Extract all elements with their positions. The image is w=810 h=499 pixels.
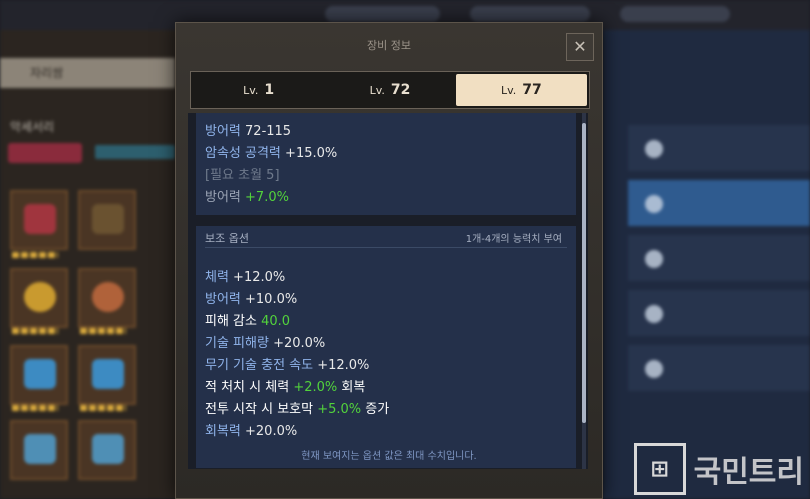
inventory-tab[interactable]: 자리쌈 (0, 58, 175, 88)
star-rating (80, 405, 126, 411)
star-rating (80, 328, 126, 334)
option-label: 회복력 (205, 424, 241, 439)
category-icon (645, 305, 663, 323)
option-value: +12.0% (313, 358, 370, 373)
sub-option-line: 방어력 +10.0% (205, 288, 297, 307)
inventory-slot[interactable] (10, 420, 68, 480)
option-label: 전투 시작 시 보호막 (205, 402, 314, 417)
inventory-slot[interactable] (10, 190, 68, 250)
star-rating (12, 405, 58, 411)
sub-options-title: 보조 옵션 (205, 232, 249, 245)
sub-option-line: 회복력 +20.0% (205, 420, 297, 439)
option-value: +15.0% (285, 146, 338, 161)
option-value: +20.0% (240, 424, 298, 439)
inventory-slot[interactable] (78, 190, 136, 250)
level-tabs: Lv. 1 Lv. 72 Lv. 77 (190, 71, 590, 109)
star-rating (12, 328, 58, 334)
amulet-icon (24, 434, 56, 464)
armor-icon (92, 204, 124, 234)
footer-note: 현재 보여지는 옵션 값은 최대 수치입니다. (301, 451, 477, 462)
hud-currency-pill (325, 6, 440, 22)
section-divider (205, 247, 567, 248)
option-value: +2.0% (293, 380, 338, 395)
inventory-badge (95, 145, 175, 159)
option-label: 방어력 (205, 292, 241, 307)
tab-lv-prefix: Lv. (369, 83, 385, 97)
watermark-text: 국민트리 (693, 455, 804, 490)
sub-option-line: 체력 +12.0% (205, 266, 285, 285)
hud-currency-pill (620, 6, 730, 22)
option-label: 방어력 (205, 190, 241, 205)
amulet-icon (92, 359, 124, 389)
option-value: +10.0% (240, 292, 298, 307)
star-rating (12, 252, 58, 258)
option-value: +20.0% (268, 336, 326, 351)
category-icon (645, 195, 663, 213)
option-label: 방어력 (205, 124, 241, 139)
ring-icon (24, 282, 56, 312)
hud-currency-pill (470, 6, 590, 22)
sub-option-line: 기술 피해량 +20.0% (205, 332, 325, 351)
inventory-slot[interactable] (10, 268, 68, 328)
amulet-icon (24, 359, 56, 389)
option-label: 적 처치 시 체력 (205, 380, 290, 395)
sub-option-line: 피해 감소 40.0 (205, 310, 290, 329)
option-label: 무기 기술 충전 속도 (205, 358, 314, 373)
sub-option-line: 적 처치 시 체력 +2.0% 회복 (205, 376, 365, 395)
options-scroll-area[interactable]: 방어력 72-115 암속성 공격력 +15.0% [필요 초월 5] 방어력 … (188, 113, 588, 469)
tab-level-number: 72 (390, 82, 411, 98)
option-label: 피해 감소 (205, 314, 257, 329)
category-icon (645, 360, 663, 378)
sub-option-line: 전투 시작 시 보호막 +5.0% 증가 (205, 398, 389, 417)
tab-level-number: 77 (522, 82, 542, 98)
watermark-logo-icon: ⊞ (633, 443, 686, 495)
dialog-title: 장비 정보 (367, 39, 411, 52)
tab-level-number: 1 (264, 82, 275, 98)
tab-level-1[interactable]: Lv. 1 (193, 74, 324, 106)
ring-icon (92, 282, 124, 312)
inventory-slot[interactable] (10, 345, 68, 405)
option-value: 40.0 (261, 314, 291, 329)
main-option-line: 방어력 72-115 (205, 120, 291, 139)
main-option-line: 암속성 공격력 +15.0% (205, 142, 337, 161)
sub-options-note: 1개-4개의 능력치 부여 (465, 234, 562, 245)
inventory-badge (8, 143, 82, 163)
option-suffix: 증가 (361, 402, 390, 417)
scrollbar-thumb[interactable] (582, 123, 586, 423)
option-label: 기술 피해량 (205, 336, 269, 351)
category-icon (645, 250, 663, 268)
watermark: ⊞ 국민트리 (633, 443, 804, 495)
close-button[interactable]: ✕ (566, 33, 594, 61)
inventory-slot[interactable] (78, 345, 136, 405)
option-label: 체력 (205, 270, 229, 285)
option-value: +12.0% (228, 270, 286, 285)
option-value: +7.0% (245, 190, 289, 205)
inventory-title: 악세서리 (10, 120, 55, 134)
inventory-slot[interactable] (78, 268, 136, 328)
option-suffix: 회복 (337, 380, 366, 395)
tab-level-77[interactable]: Lv. 77 (455, 74, 587, 106)
requirement-text: [필요 초월 5] (205, 168, 280, 183)
sub-option-line: 무기 기술 충전 속도 +12.0% (205, 354, 369, 373)
option-label: 암속성 공격력 (205, 146, 281, 161)
transcend-option-line: 방어력 +7.0% (205, 186, 289, 205)
equipment-info-dialog: 장비 정보 ✕ Lv. 1 Lv. 72 Lv. 77 방어력 72-115 암… (175, 22, 603, 499)
tab-lv-prefix: Lv. (500, 83, 517, 97)
tab-lv-prefix: Lv. (243, 83, 259, 97)
option-value: +5.0% (317, 402, 362, 417)
category-icon (645, 140, 663, 158)
amulet-icon (92, 434, 124, 464)
inventory-slot[interactable] (78, 420, 136, 480)
option-value: 72-115 (245, 124, 292, 139)
armor-icon (24, 204, 56, 234)
tab-level-72[interactable]: Lv. 72 (324, 74, 455, 106)
